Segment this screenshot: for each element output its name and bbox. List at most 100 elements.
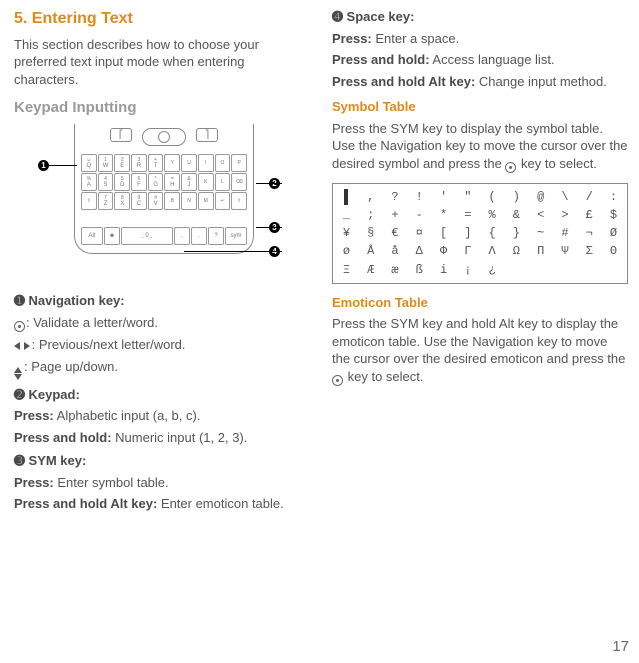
sym-label: SYM key: bbox=[25, 453, 86, 468]
press-hold-label: Press and hold: bbox=[332, 52, 430, 67]
keypad-key: ↩ bbox=[215, 192, 231, 210]
symbol-cell: Ω bbox=[507, 243, 526, 259]
keypad-key: Y bbox=[164, 154, 180, 172]
nav-right-btn: ⎤ bbox=[196, 128, 218, 142]
press-hold-alt-label: Press and hold Alt key: bbox=[332, 74, 475, 89]
keypad-key: &J bbox=[181, 173, 197, 191]
alt-key: Alt bbox=[81, 227, 103, 245]
space-alt-line: Press and hold Alt key: Change input met… bbox=[332, 73, 628, 91]
keypad-key: 8X bbox=[114, 192, 130, 210]
keypad-key: 9C bbox=[131, 192, 147, 210]
keypad-key: K bbox=[198, 173, 214, 191]
symbol-cell: < bbox=[531, 207, 550, 223]
sym-key: sym bbox=[225, 227, 247, 245]
keypad-press-text: Alphabetic input (a, b, c). bbox=[54, 408, 201, 423]
keypad-key: 7Z bbox=[98, 192, 114, 210]
keypad-hold-text: Numeric input (1, 2, 3). bbox=[112, 430, 248, 445]
press-label: Press: bbox=[332, 31, 372, 46]
subsection-title: Keypad Inputting bbox=[14, 98, 310, 118]
symbol-cell: , bbox=[361, 189, 380, 205]
space-alt-text: Change input method. bbox=[475, 74, 607, 89]
space-label: Space key: bbox=[343, 9, 415, 24]
symbol-cell: ¿ bbox=[483, 262, 502, 278]
symbol-cell: Å bbox=[361, 243, 380, 259]
nav-center-btn bbox=[142, 128, 186, 146]
symbol-cell: Θ bbox=[604, 243, 623, 259]
symbol-cell bbox=[507, 262, 526, 278]
symbol-cell: : bbox=[604, 189, 623, 205]
keypad-key: M bbox=[198, 192, 214, 210]
callout-num-3: ➌ bbox=[14, 453, 25, 468]
symbol-cell: Ψ bbox=[556, 243, 575, 259]
symbol-cell: ¤ bbox=[410, 225, 429, 241]
bottom-key-row: Alt ☻ ˍ 0 ˍ , . ? sym bbox=[81, 227, 247, 245]
symbol-cell: Φ bbox=[434, 243, 453, 259]
symbol-cell: æ bbox=[386, 262, 405, 278]
intro-text: This section describes how to choose you… bbox=[14, 36, 310, 89]
keypad-hold-line: Press and hold: Numeric input (1, 2, 3). bbox=[14, 429, 310, 447]
symbol-cell: ¡ bbox=[458, 262, 477, 278]
symbol-table: .,?!'"()@\/:_;+-*=%&<>£$¥§€¤[]{}~#¬ØøÅåΔ… bbox=[332, 183, 628, 284]
symbol-cell: £ bbox=[580, 207, 599, 223]
symbol-cell bbox=[531, 262, 550, 278]
emoticon-table-text-b: key to select. bbox=[344, 369, 423, 384]
symbol-cell: & bbox=[507, 207, 526, 223]
press-hold-label: Press and hold: bbox=[14, 430, 112, 445]
symbol-row: ΞÆæßi ¡ ¿ bbox=[337, 261, 623, 279]
nav-pageupdown-text: : Page up/down. bbox=[24, 359, 118, 374]
space-press-text: Enter a space. bbox=[372, 31, 459, 46]
symbol-cell: ( bbox=[483, 189, 502, 205]
symbol-cell: ß bbox=[410, 262, 429, 278]
symbol-cell: ¬ bbox=[580, 225, 599, 241]
symbol-cell: \ bbox=[556, 189, 575, 205]
symbol-cell bbox=[556, 262, 575, 278]
emoticon-table-heading: Emoticon Table bbox=[332, 294, 628, 312]
keypad-key: ⇧ bbox=[81, 192, 97, 210]
symbol-cell: = bbox=[458, 207, 477, 223]
nav-row: ⎡ ⎤ bbox=[75, 128, 253, 146]
emoji-key: ☻ bbox=[104, 227, 120, 245]
right-arrow-icon bbox=[24, 342, 30, 350]
symbol-cell bbox=[580, 262, 599, 278]
symbol-cell: i bbox=[434, 262, 453, 278]
keypad-key: ⇧ bbox=[231, 192, 247, 210]
updown-arrow-icon bbox=[14, 367, 22, 380]
space-press-line: Press: Enter a space. bbox=[332, 30, 628, 48]
key-grid: ☺Q1W2E3R+TYUIOP%A4S5D6F*G=H&JKL⌫⇧7Z8X9C#… bbox=[81, 154, 247, 210]
keypad-key: %A bbox=[81, 173, 97, 191]
keypad-key: +T bbox=[148, 154, 164, 172]
lead-line-3 bbox=[256, 227, 282, 228]
space-heading: ➍ Space key: bbox=[332, 8, 628, 26]
space-hold-text: Access language list. bbox=[430, 52, 555, 67]
symbol-cell: Ξ bbox=[337, 262, 356, 278]
callout-num-4: ➍ bbox=[332, 9, 343, 24]
space-hold-line: Press and hold: Access language list. bbox=[332, 51, 628, 69]
nav-validate-line: : Validate a letter/word. bbox=[14, 314, 310, 332]
keypad-key: 5D bbox=[114, 173, 130, 191]
symbol-cell: ø bbox=[337, 243, 356, 259]
nav-left-btn: ⎡ bbox=[110, 128, 132, 142]
symbol-cell: Æ bbox=[361, 262, 380, 278]
keypad-key: L bbox=[215, 173, 231, 191]
symbol-row: ¥§€¤[]{}~#¬Ø bbox=[337, 224, 623, 242]
page-number: 17 bbox=[612, 637, 629, 657]
keypad-diagram: ⎡ ⎤ ☺Q1W2E3R+TYUIOP%A4S5D6F*G=H&JKL⌫⇧7Z8… bbox=[14, 122, 310, 282]
left-column: 5. Entering Text This section describes … bbox=[14, 8, 310, 517]
symbol-cell: ] bbox=[458, 225, 477, 241]
symbol-cell: % bbox=[483, 207, 502, 223]
lead-line-4 bbox=[184, 251, 282, 252]
symbol-table-text-b: key to select. bbox=[517, 156, 596, 171]
symbol-cell: ? bbox=[386, 189, 405, 205]
symbol-cell: @ bbox=[531, 189, 550, 205]
callout-num-1: ➊ bbox=[14, 293, 25, 308]
center-key-icon bbox=[14, 321, 25, 332]
symbol-cell: Δ bbox=[410, 243, 429, 259]
symbol-cell: * bbox=[434, 207, 453, 223]
keypad-key: ☺Q bbox=[81, 154, 97, 172]
keypad-label: Keypad: bbox=[25, 387, 80, 402]
dot-key: . bbox=[191, 227, 207, 245]
symbol-table-para: Press the SYM key to display the symbol … bbox=[332, 120, 628, 173]
symbol-row: _;+-*=%&<>£$ bbox=[337, 206, 623, 224]
nav-prevnext-line: : Previous/next letter/word. bbox=[14, 336, 310, 354]
symbol-row: øÅåΔΦΓΛΩΠΨΣΘ bbox=[337, 242, 623, 260]
